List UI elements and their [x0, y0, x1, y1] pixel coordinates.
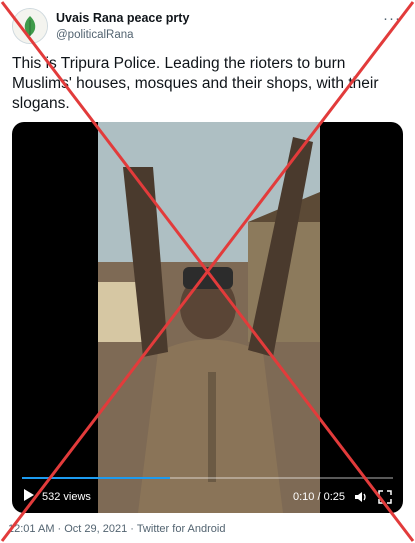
author-handle[interactable]: @politicalRana [56, 29, 134, 41]
more-icon[interactable]: ··· [383, 10, 401, 27]
play-icon[interactable] [24, 489, 34, 501]
author-name[interactable]: Uvais Rana peace prty [56, 11, 189, 25]
video-scene-image [98, 122, 320, 513]
video-time: 0:10 / 0:25 [293, 491, 345, 503]
video-controls: 532 views 0:10 / 0:25 [12, 471, 403, 513]
avatar[interactable] [12, 8, 48, 44]
volume-icon[interactable] [353, 489, 369, 505]
view-count: 532 views [42, 491, 91, 503]
video-player[interactable]: 532 views 0:10 / 0:25 [12, 122, 403, 513]
video-progress-bar[interactable] [22, 477, 393, 479]
fullscreen-icon[interactable] [377, 489, 393, 505]
avatar-logo-icon [13, 9, 47, 43]
tweet-meta[interactable]: 12:01 AM · Oct 29, 2021 · Twitter for An… [8, 523, 225, 535]
tweet-text: This is Tripura Police. Leading the riot… [12, 55, 379, 112]
video-frame [98, 122, 320, 513]
video-progress-fill [22, 477, 171, 479]
